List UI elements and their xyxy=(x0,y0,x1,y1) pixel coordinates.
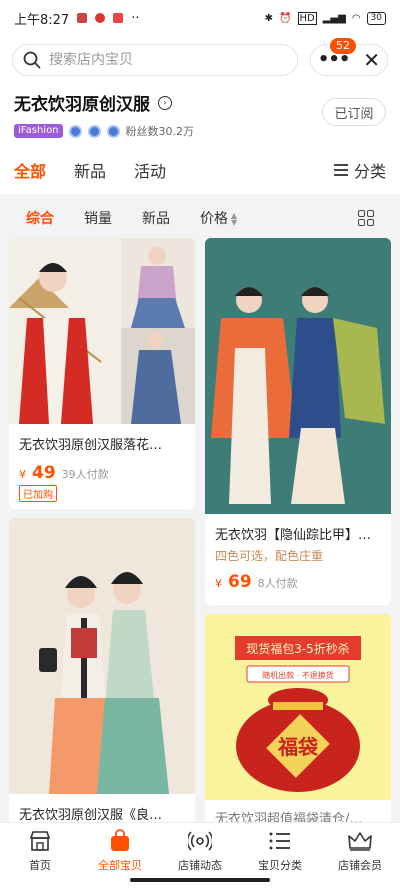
category-label: 分类 xyxy=(353,162,386,181)
product-card[interactable]: 现货福包3-5折秒杀 随机出款 · 不退换货 福袋 无衣饮羽超值福袋清仓/… xyxy=(205,614,391,828)
tab-membership[interactable]: 店铺会员 xyxy=(320,823,400,888)
product-subtitle: 四色可选，配色庄重 xyxy=(215,549,324,563)
storefront-icon xyxy=(27,829,53,853)
sort-sales[interactable]: 销量 xyxy=(84,208,112,228)
product-price: 69 xyxy=(228,572,252,592)
home-indicator xyxy=(130,878,270,882)
product-image: 现货福包3-5折秒杀 随机出款 · 不退换货 福袋 xyxy=(205,614,391,800)
store-header: 无衣饮羽原创汉服 › iFashion 粉丝数30.2万 已订阅 xyxy=(0,84,400,146)
price-currency: ¥ xyxy=(19,468,26,481)
tab-label: 店铺会员 xyxy=(338,859,382,872)
list-icon xyxy=(267,829,293,853)
tab-home[interactable]: 首页 xyxy=(0,823,80,888)
more-notifications-icon: ·· xyxy=(131,10,140,26)
sort-price-label: 价格 xyxy=(200,211,228,227)
sold-count: 39人付款 xyxy=(61,468,109,481)
product-card[interactable]: 无衣饮羽【隐仙踪比甲】… 四色可选，配色庄重 ¥69 8人付款 xyxy=(205,238,391,605)
search-row: 52 ••• ✕ xyxy=(0,36,400,84)
close-icon[interactable]: ✕ xyxy=(363,50,380,70)
status-bar: 上午8:27 ·· ✱ ⏰ HD ▂▄▆ ◠ 30 xyxy=(0,0,400,36)
tab-label: 首页 xyxy=(29,859,51,872)
sort-price[interactable]: 价格 ▲ ▼ xyxy=(200,208,237,228)
fans-count: 粉丝数30.2万 xyxy=(125,125,195,138)
tab-label: 宝贝分类 xyxy=(258,859,302,872)
list-icon xyxy=(333,164,348,176)
signal-icon: ▂▄▆ xyxy=(322,12,346,24)
bottom-tab-bar: 首页 全部宝贝 店铺动态 宝贝分类 店铺会员 xyxy=(0,822,400,888)
search-box[interactable] xyxy=(12,44,298,76)
product-price: 49 xyxy=(32,463,56,483)
store-info-icon[interactable]: › xyxy=(158,95,172,110)
sold-count: 8人付款 xyxy=(257,577,298,590)
category-button[interactable]: 分类 xyxy=(333,158,386,182)
product-image xyxy=(9,518,195,794)
product-card[interactable]: 无衣饮羽原创汉服落花… ¥49 39人付款 已加购 xyxy=(9,238,195,509)
product-card[interactable]: 无衣饮羽原创汉服《良… xyxy=(9,518,195,828)
crown-icon xyxy=(347,829,373,853)
added-to-cart-tag: 已加购 xyxy=(19,485,57,502)
notification-icon xyxy=(77,13,88,23)
tab-activity[interactable]: 活动 xyxy=(134,158,166,182)
price-currency: ¥ xyxy=(215,577,222,590)
product-image xyxy=(205,238,391,514)
grid-view-icon[interactable] xyxy=(358,210,374,226)
ifashion-badge: iFashion xyxy=(14,124,63,138)
level-icon xyxy=(106,124,120,138)
bag-label: 福袋 xyxy=(277,735,319,759)
product-image xyxy=(9,238,195,424)
search-input[interactable] xyxy=(49,52,249,68)
level-icon xyxy=(68,124,82,138)
tab-label: 店铺动态 xyxy=(178,859,222,872)
notification-icon xyxy=(113,13,124,23)
status-time: 上午8:27 xyxy=(14,12,70,28)
message-badge: 52 xyxy=(329,37,357,55)
product-title: 无衣饮羽原创汉服《良… xyxy=(19,808,163,823)
banner-headline: 现货福包3-5折秒杀 xyxy=(246,641,350,656)
action-pill: 52 ••• ✕ xyxy=(310,37,388,76)
product-title: 无衣饮羽原创汉服落花… xyxy=(19,438,163,453)
sort-new[interactable]: 新品 xyxy=(142,208,170,228)
notification-icon xyxy=(95,13,106,23)
tab-all[interactable]: 全部 xyxy=(14,158,46,182)
wifi-icon: ◠ xyxy=(351,12,361,24)
shopping-bag-icon xyxy=(107,829,133,853)
tab-label: 全部宝贝 xyxy=(98,859,142,872)
battery-icon: 30 xyxy=(366,11,386,25)
sort-comprehensive[interactable]: 综合 xyxy=(26,208,54,228)
sort-arrows-icon: ▲ ▼ xyxy=(231,211,238,227)
bluetooth-icon: ✱ xyxy=(264,12,274,24)
level-icon xyxy=(87,124,101,138)
broadcast-icon xyxy=(187,829,213,853)
alarm-icon: ⏰ xyxy=(279,12,292,24)
store-name[interactable]: 无衣饮羽原创汉服 xyxy=(14,90,150,115)
banner-note: 随机出款 · 不退换货 xyxy=(262,670,334,680)
tab-new[interactable]: 新品 xyxy=(74,158,106,182)
hd-icon: HD xyxy=(297,11,317,25)
store-tabs: 全部 新品 活动 分类 xyxy=(0,146,400,194)
product-title: 无衣饮羽【隐仙踪比甲】… xyxy=(215,528,372,543)
sort-row: 综合 销量 新品 价格 ▲ ▼ xyxy=(0,198,400,238)
subscribe-button[interactable]: 已订阅 xyxy=(322,98,386,126)
search-icon xyxy=(23,51,41,69)
